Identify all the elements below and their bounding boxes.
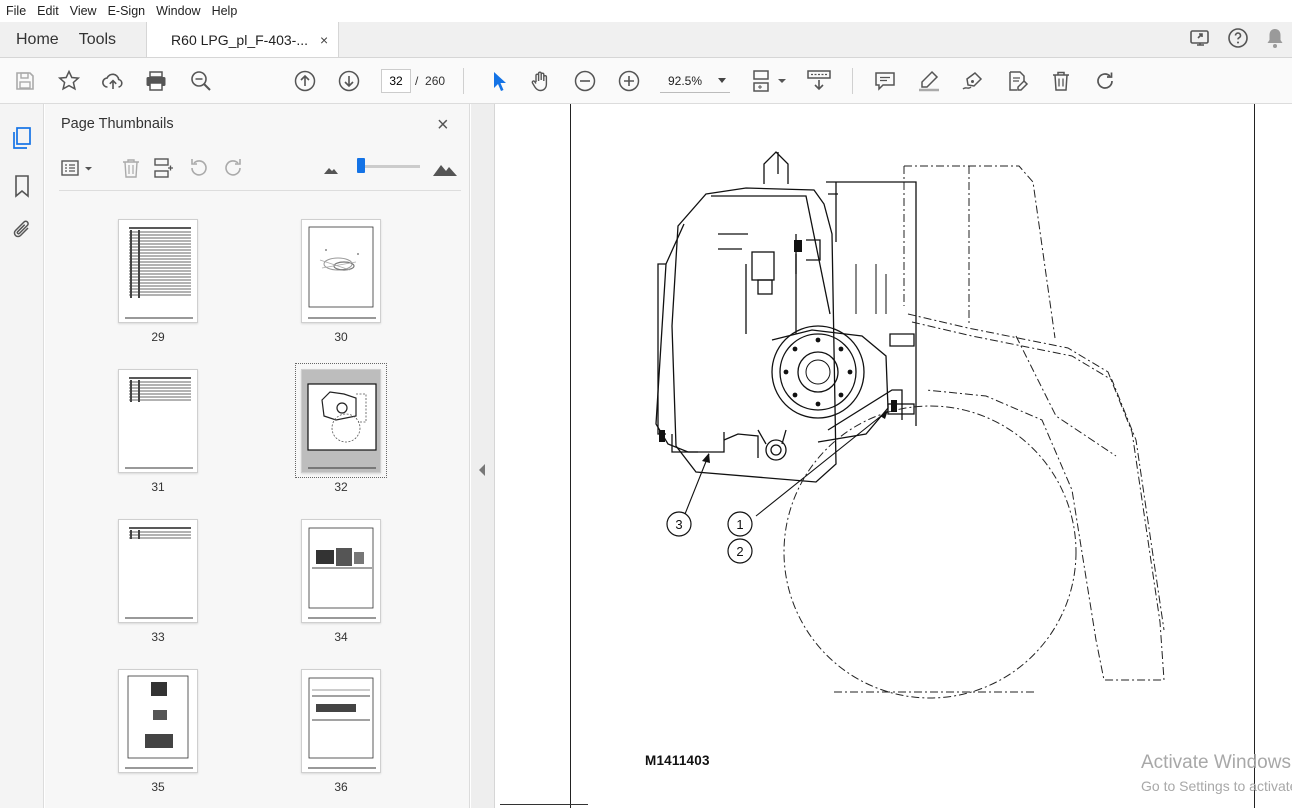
left-navigation-rail: [0, 104, 44, 808]
callout-number: 1: [736, 517, 743, 532]
page-thumbnails-icon[interactable]: [10, 126, 34, 150]
callout-number: 3: [675, 517, 682, 532]
page-thumbnails-panel: Page Thumbnails × 29 30 31 32 33 34 35 3…: [45, 104, 510, 808]
bookmark-star-icon[interactable]: [56, 68, 82, 94]
notifications-bell-icon[interactable]: [1264, 26, 1286, 55]
document-tab-title: R60 LPG_pl_F-403-...: [171, 31, 309, 48]
rotate-counterclockwise-icon[interactable]: [187, 156, 211, 180]
thumbnail-label: 32: [334, 480, 348, 494]
delete-page-icon[interactable]: [119, 156, 143, 180]
thumbnail-label: 30: [334, 330, 348, 344]
thumbnail-page-33[interactable]: [118, 519, 198, 623]
larger-thumbnails-icon[interactable]: [431, 156, 459, 180]
thumbnail-label: 35: [151, 780, 165, 794]
tab-bar-icons: [1188, 22, 1292, 58]
thumbnail-page-32[interactable]: [301, 369, 381, 473]
menu-bar: File Edit View E-Sign Window Help: [0, 0, 1292, 22]
panel-title: Page Thumbnails: [61, 116, 174, 132]
save-icon[interactable]: [12, 68, 38, 94]
insert-page-icon[interactable]: [151, 156, 175, 180]
menu-esign[interactable]: E-Sign: [102, 4, 151, 18]
thumbnail-label: 34: [334, 630, 348, 644]
thumbnail-options-menu-icon[interactable]: [59, 156, 99, 180]
thumbnail-page-34[interactable]: [301, 519, 381, 623]
comment-icon[interactable]: [872, 68, 898, 94]
drawing-id: M1411403: [645, 753, 710, 768]
thumbnail-label: 29: [151, 330, 165, 344]
highlight-pen-icon[interactable]: [916, 68, 942, 94]
bookmarks-icon[interactable]: [10, 174, 34, 198]
next-page-icon[interactable]: [336, 68, 362, 94]
thumbnail-page-35[interactable]: [118, 669, 198, 773]
thumbnail-page-31[interactable]: [118, 369, 198, 473]
document-view: 3 1 2 M1411403 Activate Windows Go to Se…: [496, 104, 1292, 808]
upload-cloud-icon[interactable]: [100, 68, 126, 94]
menu-edit[interactable]: Edit: [31, 4, 64, 18]
thumbnail-page-29[interactable]: [118, 219, 198, 323]
page-display-icon[interactable]: [750, 68, 790, 94]
panel-toolbar-divider: [59, 190, 461, 191]
thumbnail-label: 33: [151, 630, 165, 644]
select-cursor-icon[interactable]: [485, 68, 511, 94]
hand-tool-icon[interactable]: [528, 68, 554, 94]
zoom-in-icon[interactable]: [616, 68, 642, 94]
draw-pen-icon[interactable]: [960, 68, 986, 94]
page-bottom-edge: [500, 804, 588, 805]
menu-help[interactable]: Help: [206, 4, 243, 18]
callout-1: 1: [727, 511, 753, 537]
tab-bar: Home Tools R60 LPG_pl_F-403-... ×: [0, 22, 1292, 58]
tab-document[interactable]: R60 LPG_pl_F-403-... ×: [146, 22, 340, 57]
redo-rotate-icon[interactable]: [1092, 68, 1118, 94]
thumbnail-page-36[interactable]: [301, 669, 381, 773]
zoom-level-value: 92.5%: [668, 73, 703, 88]
thumbnail-label: 36: [334, 780, 348, 794]
menu-window[interactable]: Window: [150, 4, 205, 18]
help-icon[interactable]: [1226, 26, 1250, 55]
thumbnail-size-slider[interactable]: [362, 165, 420, 168]
chevron-down-icon: [718, 78, 726, 83]
thumbnail-label: 31: [151, 480, 165, 494]
callout-number: 2: [736, 544, 743, 559]
toolbar-divider: [463, 68, 464, 94]
toolbar-divider-2: [852, 68, 853, 94]
rotate-clockwise-icon[interactable]: [221, 156, 245, 180]
page-separator: /: [415, 74, 419, 88]
technical-drawing: [655, 151, 1165, 699]
activation-watermark-title: Activate Windows: [1141, 752, 1291, 773]
menu-file[interactable]: File: [0, 4, 31, 18]
page-total: 260: [425, 74, 446, 88]
previous-page-icon[interactable]: [292, 68, 318, 94]
close-panel-icon[interactable]: ×: [437, 114, 449, 137]
attachments-paperclip-icon[interactable]: [10, 218, 34, 242]
zoom-level-select[interactable]: 92.5%: [660, 69, 730, 93]
zoom-search-icon[interactable]: [188, 68, 214, 94]
thumbnail-size-slider-handle[interactable]: [357, 158, 365, 173]
panel-splitter[interactable]: [471, 104, 495, 808]
thumbnail-page-30[interactable]: [301, 219, 381, 323]
page-number-input[interactable]: [381, 69, 411, 93]
print-icon[interactable]: [143, 68, 169, 94]
share-screen-icon[interactable]: [1188, 26, 1212, 55]
close-tab-icon[interactable]: ×: [320, 32, 328, 48]
zoom-out-icon[interactable]: [572, 68, 598, 94]
edit-pdf-icon[interactable]: [1004, 68, 1030, 94]
scroll-mode-icon[interactable]: [806, 68, 832, 94]
smaller-thumbnails-icon[interactable]: [321, 156, 341, 180]
callout-3: 3: [666, 511, 692, 537]
activation-watermark-subtitle: Go to Settings to activate Windows.: [1141, 778, 1292, 794]
tab-tools[interactable]: Tools: [75, 22, 132, 57]
tab-home[interactable]: Home: [0, 22, 75, 57]
collapse-panel-arrow-icon[interactable]: [479, 464, 485, 476]
delete-trash-icon[interactable]: [1048, 68, 1074, 94]
callout-2: 2: [727, 538, 753, 564]
menu-view[interactable]: View: [64, 4, 102, 18]
page-count: / 260: [415, 74, 445, 88]
